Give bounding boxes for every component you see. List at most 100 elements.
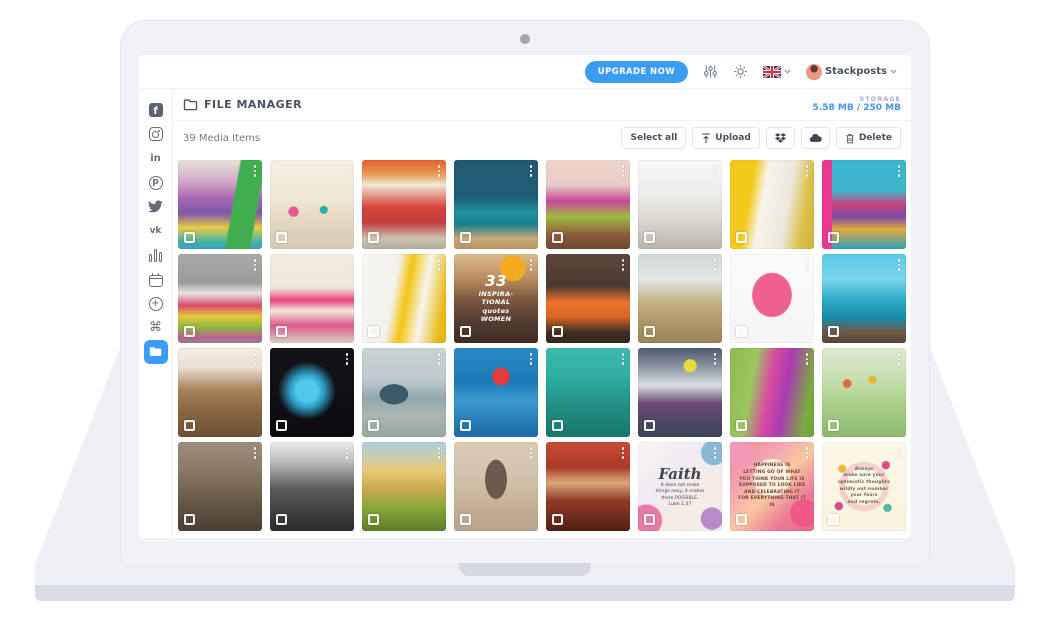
item-select-checkbox[interactable] bbox=[644, 232, 655, 243]
sidebar-item-facebook[interactable]: f bbox=[139, 98, 172, 122]
item-more-menu-icon[interactable] bbox=[530, 165, 533, 177]
item-select-checkbox[interactable] bbox=[460, 232, 471, 243]
item-more-menu-icon[interactable] bbox=[714, 165, 717, 177]
item-more-menu-icon[interactable] bbox=[530, 353, 533, 365]
media-item-pink-sweater[interactable] bbox=[730, 254, 814, 343]
sidebar-item-add-new[interactable]: + bbox=[139, 292, 172, 316]
item-select-checkbox[interactable] bbox=[828, 514, 839, 525]
media-item-kids-boat-splash[interactable] bbox=[362, 348, 446, 437]
media-item-blossom-children[interactable] bbox=[638, 348, 722, 437]
media-item-striped-textile-room[interactable] bbox=[178, 254, 262, 343]
item-select-checkbox[interactable] bbox=[736, 232, 747, 243]
media-item-betta-fish[interactable] bbox=[270, 348, 354, 437]
filters-sliders-icon[interactable] bbox=[703, 64, 718, 79]
settings-gear-icon[interactable] bbox=[733, 64, 748, 79]
item-select-checkbox[interactable] bbox=[460, 420, 471, 431]
item-select-checkbox[interactable] bbox=[184, 420, 195, 431]
item-select-checkbox[interactable] bbox=[644, 420, 655, 431]
item-more-menu-icon[interactable] bbox=[438, 259, 441, 271]
item-select-checkbox[interactable] bbox=[184, 514, 195, 525]
media-item-modern-kitchen[interactable] bbox=[178, 348, 262, 437]
media-item-wreath-quote-card[interactable]: Alwaysmake sure youroptimistic thoughtsw… bbox=[822, 442, 906, 531]
sidebar-item-analytics[interactable] bbox=[139, 243, 172, 267]
sidebar-item-calendar[interactable] bbox=[139, 267, 172, 291]
item-more-menu-icon[interactable] bbox=[346, 259, 349, 271]
item-select-checkbox[interactable] bbox=[276, 514, 287, 525]
media-item-white-modern-interior[interactable] bbox=[638, 160, 722, 249]
item-more-menu-icon[interactable] bbox=[254, 165, 257, 177]
item-select-checkbox[interactable] bbox=[644, 514, 655, 525]
media-item-field-walk[interactable] bbox=[638, 254, 722, 343]
item-select-checkbox[interactable] bbox=[460, 326, 471, 337]
media-item-inspirational-quotes-cover[interactable]: 33INSPIRA-TIONALquotesWOMEN bbox=[454, 254, 538, 343]
item-select-checkbox[interactable] bbox=[276, 326, 287, 337]
media-item-kids-cycling[interactable] bbox=[822, 348, 906, 437]
item-more-menu-icon[interactable] bbox=[714, 353, 717, 365]
media-item-pastel-living-room[interactable] bbox=[270, 160, 354, 249]
item-more-menu-icon[interactable] bbox=[622, 165, 625, 177]
item-more-menu-icon[interactable] bbox=[622, 447, 625, 459]
item-more-menu-icon[interactable] bbox=[806, 447, 809, 459]
select-all-button[interactable]: Select all bbox=[621, 127, 686, 149]
media-item-patchwork-bedroom[interactable] bbox=[822, 160, 906, 249]
item-select-checkbox[interactable] bbox=[184, 232, 195, 243]
item-select-checkbox[interactable] bbox=[184, 326, 195, 337]
item-select-checkbox[interactable] bbox=[828, 420, 839, 431]
item-select-checkbox[interactable] bbox=[276, 420, 287, 431]
sidebar-item-file-manager[interactable] bbox=[139, 340, 172, 364]
item-more-menu-icon[interactable] bbox=[622, 353, 625, 365]
item-select-checkbox[interactable] bbox=[368, 420, 379, 431]
media-item-orange-red-sofa-room[interactable] bbox=[362, 160, 446, 249]
item-more-menu-icon[interactable] bbox=[254, 259, 257, 271]
item-more-menu-icon[interactable] bbox=[438, 353, 441, 365]
item-select-checkbox[interactable] bbox=[736, 514, 747, 525]
item-more-menu-icon[interactable] bbox=[346, 165, 349, 177]
item-more-menu-icon[interactable] bbox=[530, 259, 533, 271]
item-more-menu-icon[interactable] bbox=[898, 447, 901, 459]
media-item-rice-terraces[interactable] bbox=[362, 442, 446, 531]
media-item-travel-flatlay[interactable] bbox=[454, 442, 538, 531]
media-item-seaside-rock[interactable] bbox=[822, 254, 906, 343]
item-more-menu-icon[interactable] bbox=[714, 447, 717, 459]
sidebar-item-vk[interactable]: vk bbox=[139, 219, 172, 243]
item-select-checkbox[interactable] bbox=[368, 514, 379, 525]
upload-button[interactable]: Upload bbox=[692, 127, 760, 149]
item-select-checkbox[interactable] bbox=[552, 514, 563, 525]
item-more-menu-icon[interactable] bbox=[898, 165, 901, 177]
item-more-menu-icon[interactable] bbox=[714, 259, 717, 271]
dropbox-import-button[interactable] bbox=[766, 127, 795, 149]
item-more-menu-icon[interactable] bbox=[622, 259, 625, 271]
media-item-yellow-chairs-room[interactable] bbox=[362, 254, 446, 343]
sidebar-item-pinterest[interactable]: p bbox=[139, 171, 172, 195]
item-select-checkbox[interactable] bbox=[460, 514, 471, 525]
media-item-pop-art-living-room[interactable] bbox=[178, 160, 262, 249]
delete-button[interactable]: Delete bbox=[836, 127, 901, 149]
sidebar-item-instagram[interactable] bbox=[139, 122, 172, 146]
item-select-checkbox[interactable] bbox=[276, 232, 287, 243]
item-select-checkbox[interactable] bbox=[552, 326, 563, 337]
item-more-menu-icon[interactable] bbox=[438, 165, 441, 177]
media-item-yellow-wall-living-room[interactable] bbox=[730, 160, 814, 249]
item-more-menu-icon[interactable] bbox=[254, 353, 257, 365]
media-item-leaf-hat-kids[interactable] bbox=[730, 348, 814, 437]
item-more-menu-icon[interactable] bbox=[346, 447, 349, 459]
item-more-menu-icon[interactable] bbox=[438, 447, 441, 459]
item-select-checkbox[interactable] bbox=[552, 420, 563, 431]
media-item-faith-quote-card[interactable]: FaithIt does not makethings easy, it mak… bbox=[638, 442, 722, 531]
item-more-menu-icon[interactable] bbox=[346, 353, 349, 365]
item-more-menu-icon[interactable] bbox=[254, 447, 257, 459]
item-select-checkbox[interactable] bbox=[644, 326, 655, 337]
sidebar-item-twitter[interactable] bbox=[139, 195, 172, 219]
item-more-menu-icon[interactable] bbox=[806, 353, 809, 365]
media-item-pink-pillow-sofa[interactable] bbox=[270, 254, 354, 343]
item-more-menu-icon[interactable] bbox=[898, 353, 901, 365]
media-item-pink-cabinet-room[interactable] bbox=[546, 160, 630, 249]
item-select-checkbox[interactable] bbox=[828, 326, 839, 337]
item-select-checkbox[interactable] bbox=[552, 232, 563, 243]
item-more-menu-icon[interactable] bbox=[806, 165, 809, 177]
media-item-bw-elder-portrait[interactable] bbox=[270, 442, 354, 531]
media-item-sepia-boy[interactable] bbox=[178, 442, 262, 531]
media-item-happiness-quote-card[interactable]: HAPPINESS ISLETTING GO OF WHATYOU THINK … bbox=[730, 442, 814, 531]
account-menu[interactable]: Stackposts bbox=[806, 64, 897, 80]
sidebar-item-linkedin[interactable]: in bbox=[139, 146, 172, 170]
